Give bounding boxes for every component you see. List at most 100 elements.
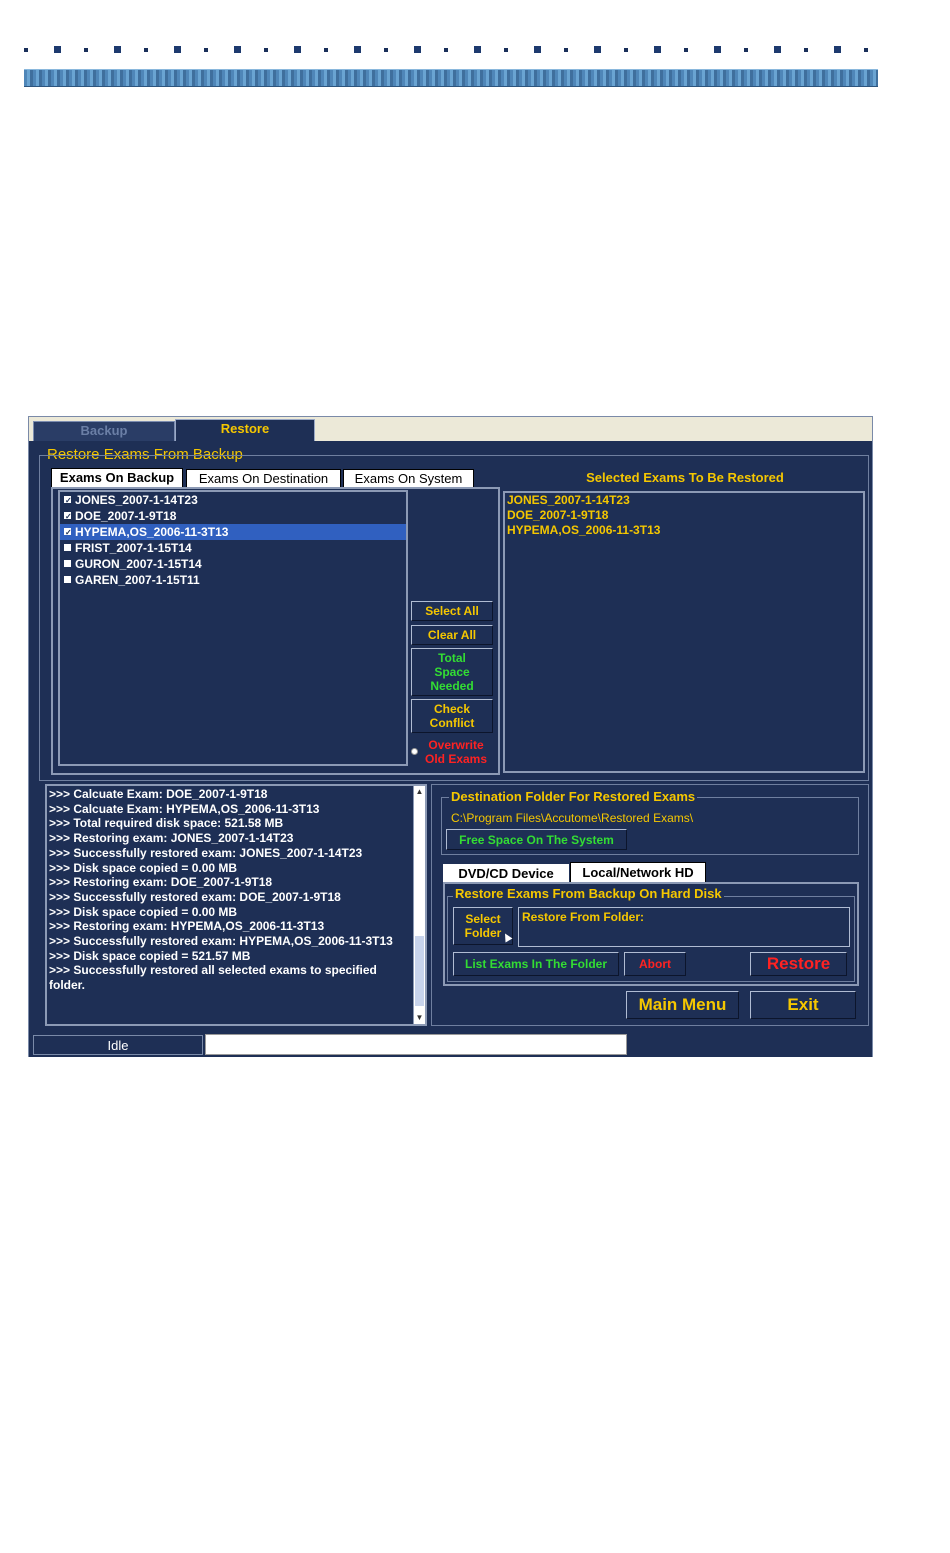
tab-dvd-cd-device[interactable]: DVD/CD Device	[443, 864, 569, 884]
header-dot	[204, 48, 208, 52]
select-all-button[interactable]: Select All	[411, 601, 493, 621]
header-dot	[414, 46, 421, 53]
status-progress-field	[205, 1034, 627, 1055]
log-line: >>> Disk space copied = 0.00 MB	[49, 860, 238, 875]
status-text: Idle	[33, 1035, 203, 1055]
exam-list-item[interactable]: ✓ DOE_2007-1-9T18	[60, 508, 406, 524]
header-dot	[54, 46, 61, 53]
header-dot	[474, 46, 481, 53]
overwrite-label: Overwrite Old Exams	[424, 738, 488, 766]
checkbox-icon[interactable]	[64, 560, 71, 568]
log-line: >>> Successfully restored exam: JONES_20…	[49, 845, 363, 860]
header-dot	[444, 48, 448, 52]
checkbox-checked-icon[interactable]: ✓	[64, 496, 72, 505]
header-dot	[504, 48, 508, 52]
list-exams-in-folder-button[interactable]: List Exams In The Folder	[453, 952, 619, 976]
tab-exams-on-system[interactable]: Exams On System	[343, 469, 474, 488]
log-scrollbar[interactable]: ▲ ▼	[413, 786, 425, 1024]
header-dot	[144, 48, 148, 52]
header-dot	[624, 48, 628, 52]
header-dot	[864, 48, 868, 52]
header-dot	[774, 46, 781, 53]
header-dot	[594, 46, 601, 53]
header-band	[24, 69, 878, 87]
abort-button[interactable]: Abort	[624, 952, 686, 976]
exam-name: HYPEMA,OS_2006-11-3T13	[75, 525, 229, 539]
log-line: >>> Total required disk space: 521.58 MB	[49, 816, 284, 831]
tab-backup[interactable]: Backup	[33, 421, 175, 441]
header-dot	[84, 48, 88, 52]
restore-folder-field[interactable]: Restore From Folder:	[518, 907, 850, 947]
overwrite-radio[interactable]	[411, 748, 418, 755]
exam-list-item[interactable]: FRIST_2007-1-15T14	[60, 540, 406, 556]
exam-list-item[interactable]: GURON_2007-1-15T14	[60, 556, 406, 572]
header-dot	[564, 48, 568, 52]
restore-button[interactable]: Restore	[750, 952, 847, 976]
scroll-down-icon[interactable]: ▼	[414, 1012, 425, 1024]
tab-exams-on-destination[interactable]: Exams On Destination	[186, 469, 341, 488]
selected-exam-item[interactable]: DOE_2007-1-9T18	[505, 508, 863, 523]
log-line: >>> Successfully restored exam: HYPEMA,O…	[49, 934, 393, 949]
header-dot	[684, 48, 688, 52]
top-tab-bar: Backup Restore	[29, 417, 872, 441]
exam-name: FRIST_2007-1-15T14	[75, 541, 192, 555]
header-dots	[24, 44, 876, 58]
exam-list[interactable]: ✓ JONES_2007-1-14T23 ✓ DOE_2007-1-9T18 ✓ HYPE…	[58, 490, 408, 766]
header-dot	[294, 46, 301, 53]
tab-exams-on-backup[interactable]: Exams On Backup	[51, 468, 183, 488]
header-dot	[174, 46, 181, 53]
header-dot	[384, 48, 388, 52]
selected-exam-item[interactable]: HYPEMA,OS_2006-11-3T13	[505, 523, 863, 538]
log-line: >>> Successfully restored all selected e…	[49, 963, 377, 993]
main-menu-button[interactable]: Main Menu	[626, 991, 739, 1019]
exam-list-item[interactable]: ✓ HYPEMA,OS_2006-11-3T13	[60, 524, 406, 540]
free-space-button[interactable]: Free Space On The System	[446, 829, 627, 850]
activity-log: >>> Calcuate Exam: DOE_2007-1-9T18 >>> Ca…	[45, 784, 427, 1026]
exam-name: JONES_2007-1-14T23	[75, 493, 198, 507]
selected-exams-list[interactable]: JONES_2007-1-14T23 DOE_2007-1-9T18 HYPEMA,…	[503, 491, 865, 773]
checkbox-icon[interactable]	[64, 576, 71, 584]
log-line: >>> Successfully restored exam: DOE_2007…	[49, 889, 341, 904]
total-space-needed-button[interactable]: Total Space Needed	[411, 648, 493, 696]
header-dot	[714, 46, 721, 53]
log-line: >>> Disk space copied = 521.57 MB	[49, 948, 251, 963]
checkbox-icon[interactable]	[64, 544, 71, 552]
log-line: >>> Calcuate Exam: DOE_2007-1-9T18	[49, 787, 268, 801]
header-dot	[834, 46, 841, 53]
header-dot	[654, 46, 661, 53]
header-dot	[234, 46, 241, 53]
exam-list-item[interactable]: ✓ JONES_2007-1-14T23	[60, 492, 406, 508]
selected-exam-item[interactable]: JONES_2007-1-14T23	[505, 493, 863, 508]
header-dot	[354, 46, 361, 53]
exit-button[interactable]: Exit	[750, 991, 856, 1019]
log-line: >>> Restoring exam: JONES_2007-1-14T23	[49, 831, 294, 846]
exam-name: GURON_2007-1-15T14	[75, 557, 202, 571]
header-dot	[744, 48, 748, 52]
destination-path: C:\Program Files\Accutome\Restored Exams…	[451, 811, 694, 825]
hard-disk-title: Restore Exams From Backup On Hard Disk	[453, 886, 724, 901]
header-dot	[804, 48, 808, 52]
log-line: >>> Calcuate Exam: HYPEMA,OS_2006-11-3T1…	[49, 801, 320, 816]
checkbox-checked-icon[interactable]: ✓	[64, 512, 72, 521]
restore-window: Backup Restore Restore Exams From Backup…	[28, 416, 873, 1057]
tab-local-network-hd[interactable]: Local/Network HD	[570, 862, 706, 884]
exam-name: DOE_2007-1-9T18	[75, 509, 177, 523]
log-line: >>> Restoring exam: DOE_2007-1-9T18	[49, 875, 273, 890]
destination-title: Destination Folder For Restored Exams	[449, 789, 698, 804]
log-line: >>> Restoring exam: HYPEMA,OS_2006-11-3T…	[49, 919, 325, 934]
restore-folder-label: Restore From Folder:	[522, 910, 645, 924]
selected-exams-header: Selected Exams To Be Restored	[586, 470, 784, 485]
check-conflict-button[interactable]: Check Conflict	[411, 699, 493, 733]
status-bar: Idle	[29, 1031, 872, 1057]
header-dot	[534, 46, 541, 53]
scroll-thumb[interactable]	[415, 936, 424, 1006]
header-dot	[264, 48, 268, 52]
exam-list-item[interactable]: GAREN_2007-1-15T11	[60, 572, 406, 588]
header-dot	[114, 46, 121, 53]
scroll-up-icon[interactable]: ▲	[414, 786, 425, 798]
checkbox-checked-icon[interactable]: ✓	[64, 528, 72, 537]
header-dot	[324, 48, 328, 52]
tab-restore[interactable]: Restore	[175, 419, 315, 441]
header-dot	[24, 48, 28, 52]
clear-all-button[interactable]: Clear All	[411, 625, 493, 645]
